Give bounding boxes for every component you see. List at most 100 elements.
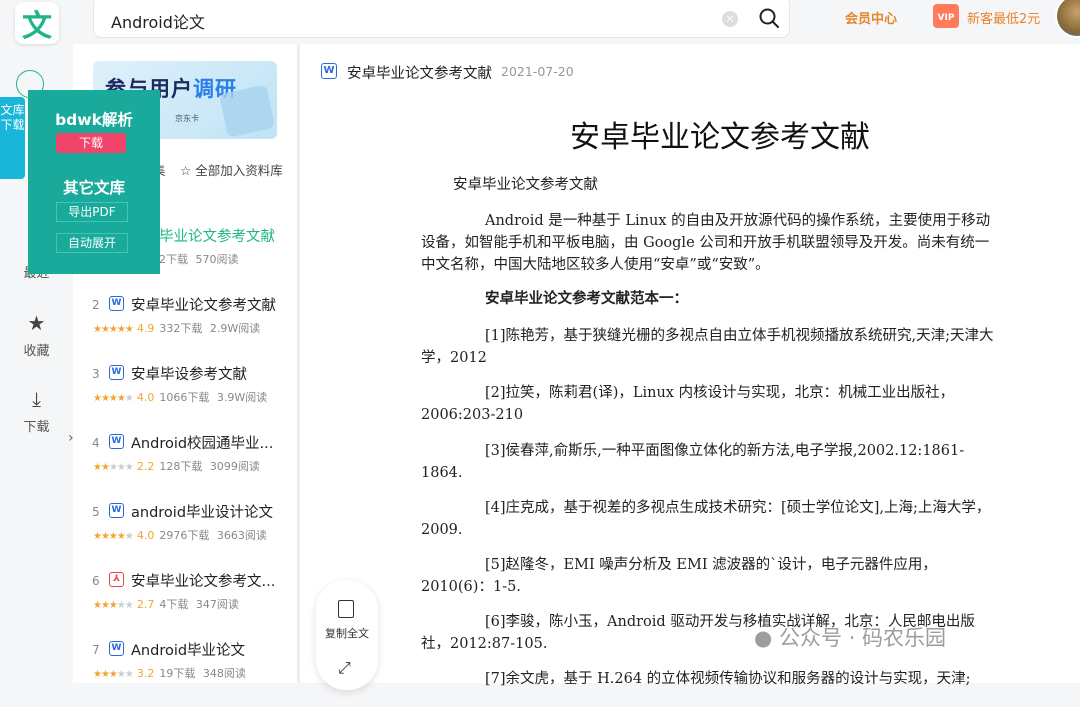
word-file-icon: W — [321, 63, 337, 79]
download-count: 4下载 — [159, 598, 189, 611]
download-count: 2976下载 — [159, 529, 210, 542]
auto-expand-button[interactable]: 自动展开 — [56, 233, 128, 253]
doc-section-heading: 安卓毕业论文参考文献范本一： — [485, 290, 688, 307]
doc-meta: ★★★★★ 2.7 4下载 347阅读 — [93, 596, 239, 612]
stars-off: ★★ — [116, 600, 134, 611]
rating-stars: ★★★★★ — [93, 531, 134, 542]
doc-title[interactable]: 安卓毕业论文参考文... — [131, 570, 291, 591]
doc-paragraph: Android 是一种基于 Linux 的自由及开放源代码的操作系统，主要使用于… — [421, 213, 991, 273]
banner-sub: 京东卡 — [175, 114, 199, 123]
doc-paragraph: 安卓毕业论文参考文献 — [453, 177, 598, 193]
doc-paragraph: [7]余文虎，基于 H.264 的立体视频传输协议和服务器的设计与实现，天津; — [485, 671, 971, 687]
word-file-icon: W — [109, 296, 124, 311]
document-header-title: 安卓毕业论文参考文献 — [347, 66, 492, 82]
stars-on: ★★ — [93, 462, 110, 473]
rail-favorites-label: 收藏 — [23, 344, 50, 359]
doc-title[interactable]: Android校园通毕业... — [131, 432, 291, 453]
plugin-download-button[interactable]: 下载 — [56, 133, 126, 153]
stars-on: ★★★ — [93, 600, 118, 611]
download-count: 1066下载 — [159, 391, 210, 404]
stars-on: ★★★★ — [93, 393, 126, 404]
expand-icon[interactable]: ⤢ — [338, 658, 351, 678]
plugin-tab[interactable]: 文库下载 — [0, 97, 25, 179]
doc-title[interactable]: 安卓毕设参考文献 — [131, 363, 291, 384]
doc-meta: 2下载 570阅读 — [159, 251, 239, 267]
document-viewer: W 安卓毕业论文参考文献 2021-07-20 安卓毕业论文参考文献 安卓毕业论… — [300, 44, 1080, 687]
rating-stars: ★★★★★ — [93, 600, 134, 611]
list-item[interactable]: 7 W Android毕业论文 ★★★★★ 3.2 19下载 348阅读 — [73, 638, 297, 707]
copy-all-button[interactable]: 复制全文 — [316, 625, 378, 641]
item-number: 5 — [92, 505, 100, 519]
list-item[interactable]: 6 ⅄ 安卓毕业论文参考文... ★★★★★ 2.7 4下载 347阅读 — [73, 569, 297, 638]
stars-on: ★★★★ — [93, 531, 126, 542]
word-file-icon: W — [109, 434, 124, 449]
rating-stars: ★★★★★ — [93, 669, 134, 680]
rating-score: 4.0 — [136, 529, 155, 542]
floating-toolbar: 复制全文 ⤢ — [316, 580, 378, 690]
stars-off: ★ — [124, 531, 134, 542]
download-count: 128下载 — [159, 460, 203, 473]
wechat-icon: ● — [754, 626, 773, 650]
doc-meta: ★★★★★ 3.2 19下载 348阅读 — [93, 665, 246, 681]
read-count: 3.9W阅读 — [216, 391, 268, 404]
doc-meta: ★★★★★ 4.0 2976下载 3663阅读 — [93, 527, 267, 543]
word-file-icon: W — [109, 365, 124, 380]
search-input[interactable]: Android论文 — [111, 9, 205, 33]
doc-title[interactable]: 毕业论文参考文献 — [159, 225, 319, 246]
download-icon: ⤓ — [32, 387, 41, 411]
doc-paragraph: [4]庄克成，基于视差的多视点生成技术研究：[硕士学位论文],上海;上海大学，2… — [421, 500, 991, 538]
item-number: 2 — [92, 298, 100, 312]
export-pdf-button[interactable]: 导出PDF — [56, 202, 128, 222]
page-title: 安卓毕业论文参考文献 — [570, 120, 870, 155]
stars-off: ★ — [124, 393, 134, 404]
rating-score: 4.9 — [136, 322, 155, 335]
download-count: 332下载 — [159, 322, 203, 335]
star-icon: ★ — [27, 311, 46, 335]
add-all-label: 全部加入资料库 — [195, 163, 283, 178]
doc-title[interactable]: android毕业设计论文 — [131, 501, 291, 522]
add-all-button[interactable]: ☆ 全部加入资料库 — [180, 160, 283, 179]
list-item[interactable]: 4 W Android校园通毕业... ★★★★★ 2.2 128下载 3099阅读 — [73, 431, 297, 500]
list-item[interactable]: 2 W 安卓毕业论文参考文献 ★★★★★ 4.9 332下载 2.9W阅读 — [73, 293, 297, 362]
stars-off: ★★★ — [108, 462, 134, 473]
doc-meta: ★★★★★ 4.0 1066下载 3.9W阅读 — [93, 389, 267, 405]
document-date: 2021-07-20 — [501, 64, 574, 79]
doc-paragraph: [5]赵隆冬，EMI 噪声分析及 EMI 滤波器的`设计，电子元器件应用，201… — [421, 557, 937, 595]
list-item[interactable]: 5 W android毕业设计论文 ★★★★★ 4.0 2976下载 3663阅读 — [73, 500, 297, 569]
doc-title[interactable]: 安卓毕业论文参考文献 — [131, 294, 291, 315]
download-count: 2下载 — [159, 253, 188, 266]
gift-icon[interactable]: VIP — [933, 4, 959, 28]
list-item[interactable]: 3 W 安卓毕设参考文献 ★★★★★ 4.0 1066下载 3.9W阅读 — [73, 362, 297, 431]
clear-search-icon[interactable]: × — [722, 11, 738, 27]
logo-char: 文 — [22, 9, 52, 44]
rail-item-download[interactable]: ⤓ 下载 — [0, 388, 73, 435]
item-number: 3 — [92, 367, 100, 381]
watermark: ● 公众号 · 码农乐园 — [754, 622, 946, 652]
item-number: 7 — [92, 643, 100, 657]
doc-paragraph: [1]陈艳芳，基于狭缝光栅的多视点自由立体手机视频播放系统研究,天津;天津大学，… — [421, 328, 994, 366]
rating-score: 2.7 — [136, 598, 155, 611]
vip-center-link[interactable]: 会员中心 — [845, 8, 897, 27]
avatar[interactable] — [1055, 0, 1080, 38]
rating-score: 2.2 — [136, 460, 155, 473]
rail-download-label: 下载 — [23, 420, 50, 435]
plugin-panel: bdwk解析 下载 其它文库 导出PDF 自动展开 — [28, 90, 160, 274]
search-bar[interactable]: Android论文 × — [93, 0, 790, 38]
read-count: 3663阅读 — [216, 529, 267, 542]
search-icon[interactable] — [758, 7, 780, 29]
rating-stars: ★★★★★ — [93, 324, 134, 335]
item-number: 6 — [92, 574, 100, 588]
star-outline-icon: ☆ — [180, 163, 192, 178]
watermark-text: 公众号 · 码农乐园 — [779, 626, 947, 650]
copy-icon[interactable] — [338, 600, 354, 618]
rating-stars: ★★★★★ — [93, 462, 134, 473]
rating-score: 4.0 — [136, 391, 155, 404]
doc-title[interactable]: Android毕业论文 — [131, 639, 291, 660]
promo-link[interactable]: 新客最低2元 — [967, 8, 1040, 27]
rating-score: 3.2 — [136, 667, 155, 680]
rail-item-favorites[interactable]: ★ 收藏 — [0, 312, 73, 359]
read-count: 347阅读 — [195, 598, 239, 611]
app-logo[interactable]: 文 — [15, 2, 59, 44]
banner-illustration — [218, 84, 276, 138]
doc-paragraph: [3]侯春萍,俞斯乐,一种平面图像立体化的新方法,电子学报,2002.12:18… — [421, 443, 965, 481]
